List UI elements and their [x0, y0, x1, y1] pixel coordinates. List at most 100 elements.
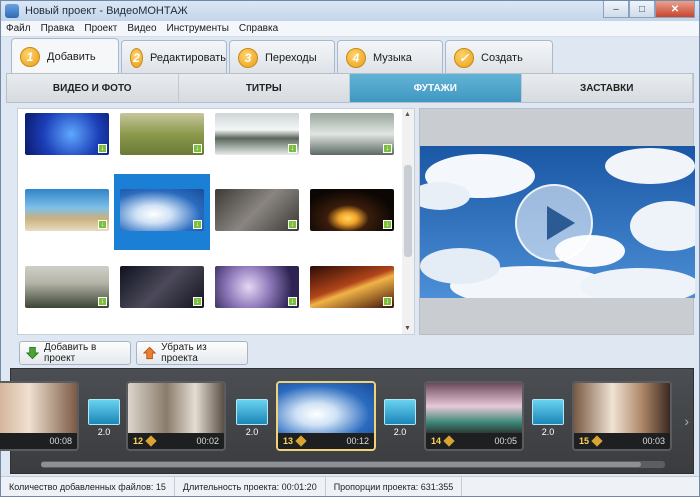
transition[interactable]: 2.0 [528, 399, 568, 445]
clip-duration: 00:08 [49, 436, 72, 446]
clip-number: 15 [579, 436, 590, 446]
download-icon: ↓ [98, 220, 107, 229]
step-2-badge: 2 [130, 47, 143, 68]
scroll-down-icon[interactable]: ▼ [404, 325, 411, 332]
transition-block [88, 399, 120, 425]
clip-duration: 00:02 [196, 436, 219, 446]
title-bar: Новый проект - ВидеоМОНТАЖ ‒ □ ✕ [1, 1, 699, 21]
timeline-next-icon[interactable]: › [684, 413, 689, 429]
subtab-titles[interactable]: ТИТРЫ [179, 74, 350, 102]
timeline-scrollbar[interactable] [41, 461, 665, 468]
footage-thumb[interactable]: ↓ [120, 113, 204, 155]
edit-pencil-icon [443, 435, 455, 447]
transition[interactable]: 2.0 [380, 399, 420, 445]
download-icon: ↓ [98, 297, 107, 306]
transition[interactable]: 2.0 [84, 399, 124, 445]
footage-thumb[interactable]: ↓ [310, 113, 394, 155]
edit-pencil-icon [295, 435, 307, 447]
download-icon: ↓ [383, 144, 392, 153]
status-bar: Количество добавленных файлов: 15 Длител… [1, 476, 699, 496]
footage-thumb[interactable]: ↓ [215, 189, 299, 231]
subtab-video-photo[interactable]: ВИДЕО И ФОТО [7, 74, 179, 102]
timeline-scrollbar-thumb[interactable] [41, 462, 641, 467]
scrollbar-thumb[interactable] [404, 165, 412, 257]
tab-music-label: Музыка [373, 51, 412, 64]
footage-thumb-selected[interactable]: ↓ [120, 189, 204, 231]
tab-edit[interactable]: 2 Редактировать [121, 40, 227, 74]
timeline-clip[interactable]: 12 00:02 [126, 381, 226, 451]
footage-thumb[interactable]: ↓ [120, 266, 204, 308]
scroll-up-icon[interactable]: ▲ [404, 111, 411, 118]
menu-file[interactable]: Файл [1, 23, 36, 34]
transition-block [236, 399, 268, 425]
menu-project[interactable]: Проект [79, 23, 122, 34]
download-icon: ↓ [383, 220, 392, 229]
footage-thumb[interactable]: ↓ [215, 266, 299, 308]
close-button[interactable]: ✕ [655, 1, 695, 18]
step-tabs: 1 Добавить 2 Редактировать 3 Переходы 4 … [1, 37, 699, 74]
clip-number: 14 [431, 436, 442, 446]
subtab-intros[interactable]: ЗАСТАВКИ [522, 74, 693, 102]
transition[interactable]: 2.0 [232, 399, 272, 445]
footage-thumb[interactable]: ↓ [25, 266, 109, 308]
download-icon: ↓ [383, 297, 392, 306]
transition-block [532, 399, 564, 425]
subtab-footage[interactable]: ФУТАЖИ [350, 74, 522, 102]
download-icon: ↓ [288, 220, 297, 229]
tab-create-label: Создать [481, 51, 523, 64]
play-button[interactable] [515, 184, 593, 262]
menu-help[interactable]: Справка [234, 23, 283, 34]
footage-thumb[interactable]: ↓ [25, 189, 109, 231]
menu-video[interactable]: Видео [122, 23, 161, 34]
clip-number: 12 [133, 436, 144, 446]
clip-thumbnail [574, 383, 670, 435]
tab-music[interactable]: 4 Музыка [337, 40, 443, 74]
footage-thumb[interactable]: ↓ [25, 113, 109, 155]
clip-thumbnail [0, 383, 77, 435]
check-icon: ✓ [454, 47, 474, 68]
clip-duration: 00:03 [642, 436, 665, 446]
status-duration: Длительность проекта: 00:01:20 [175, 477, 326, 496]
footage-thumb[interactable]: ↓ [310, 266, 394, 308]
add-to-project-button[interactable]: Добавить в проект [19, 341, 131, 365]
download-icon: ↓ [193, 144, 202, 153]
tab-add[interactable]: 1 Добавить [11, 38, 119, 74]
clip-duration: 00:05 [494, 436, 517, 446]
tab-create[interactable]: ✓ Создать [445, 40, 553, 74]
menu-tools[interactable]: Инструменты [162, 23, 234, 34]
timeline-clip[interactable]: 15 00:03 [572, 381, 672, 451]
timeline: ‹ › 00:08 2.0 1200:02 2.0 1300:12 2.0 [0, 368, 694, 474]
transition-duration: 2.0 [245, 427, 259, 437]
timeline-clip-active[interactable]: 13 00:12 [276, 381, 376, 451]
app-icon [5, 4, 19, 18]
clip-thumbnail [278, 383, 374, 435]
transition-block [384, 399, 416, 425]
clip-number: 13 [283, 436, 294, 446]
transition-duration: 2.0 [541, 427, 555, 437]
remove-from-project-button[interactable]: Убрать из проекта [136, 341, 248, 365]
gallery-scrollbar[interactable]: ▲ ▼ [402, 109, 414, 334]
footage-gallery: ↓ ↓ ↓ ↓ ↓ ↓ ↓ ↓ ↓ ↓ ↓ ↓ ▲ ▼ [17, 108, 415, 335]
minimize-button[interactable]: ‒ [603, 1, 629, 18]
tab-transitions[interactable]: 3 Переходы [229, 40, 335, 74]
status-file-count: Количество добавленных файлов: 15 [1, 477, 175, 496]
maximize-button[interactable]: □ [629, 1, 655, 18]
timeline-clip[interactable]: 14 00:05 [424, 381, 524, 451]
edit-pencil-icon [591, 435, 603, 447]
video-preview [420, 146, 695, 298]
step-3-badge: 3 [238, 47, 258, 68]
arrow-up-icon [143, 346, 157, 360]
timeline-clip[interactable]: 00:08 [0, 381, 79, 451]
step-4-badge: 4 [346, 47, 366, 68]
clip-duration: 00:12 [346, 436, 369, 446]
clip-thumbnail [128, 383, 224, 435]
arrow-down-icon [26, 346, 39, 360]
step-1-badge: 1 [20, 46, 40, 67]
edit-pencil-icon [145, 435, 157, 447]
transition-duration: 2.0 [97, 427, 111, 437]
menu-bar: Файл Правка Проект Видео Инструменты Спр… [1, 21, 699, 37]
download-icon: ↓ [288, 297, 297, 306]
footage-thumb[interactable]: ↓ [215, 113, 299, 155]
footage-thumb[interactable]: ↓ [310, 189, 394, 231]
menu-edit[interactable]: Правка [36, 23, 80, 34]
